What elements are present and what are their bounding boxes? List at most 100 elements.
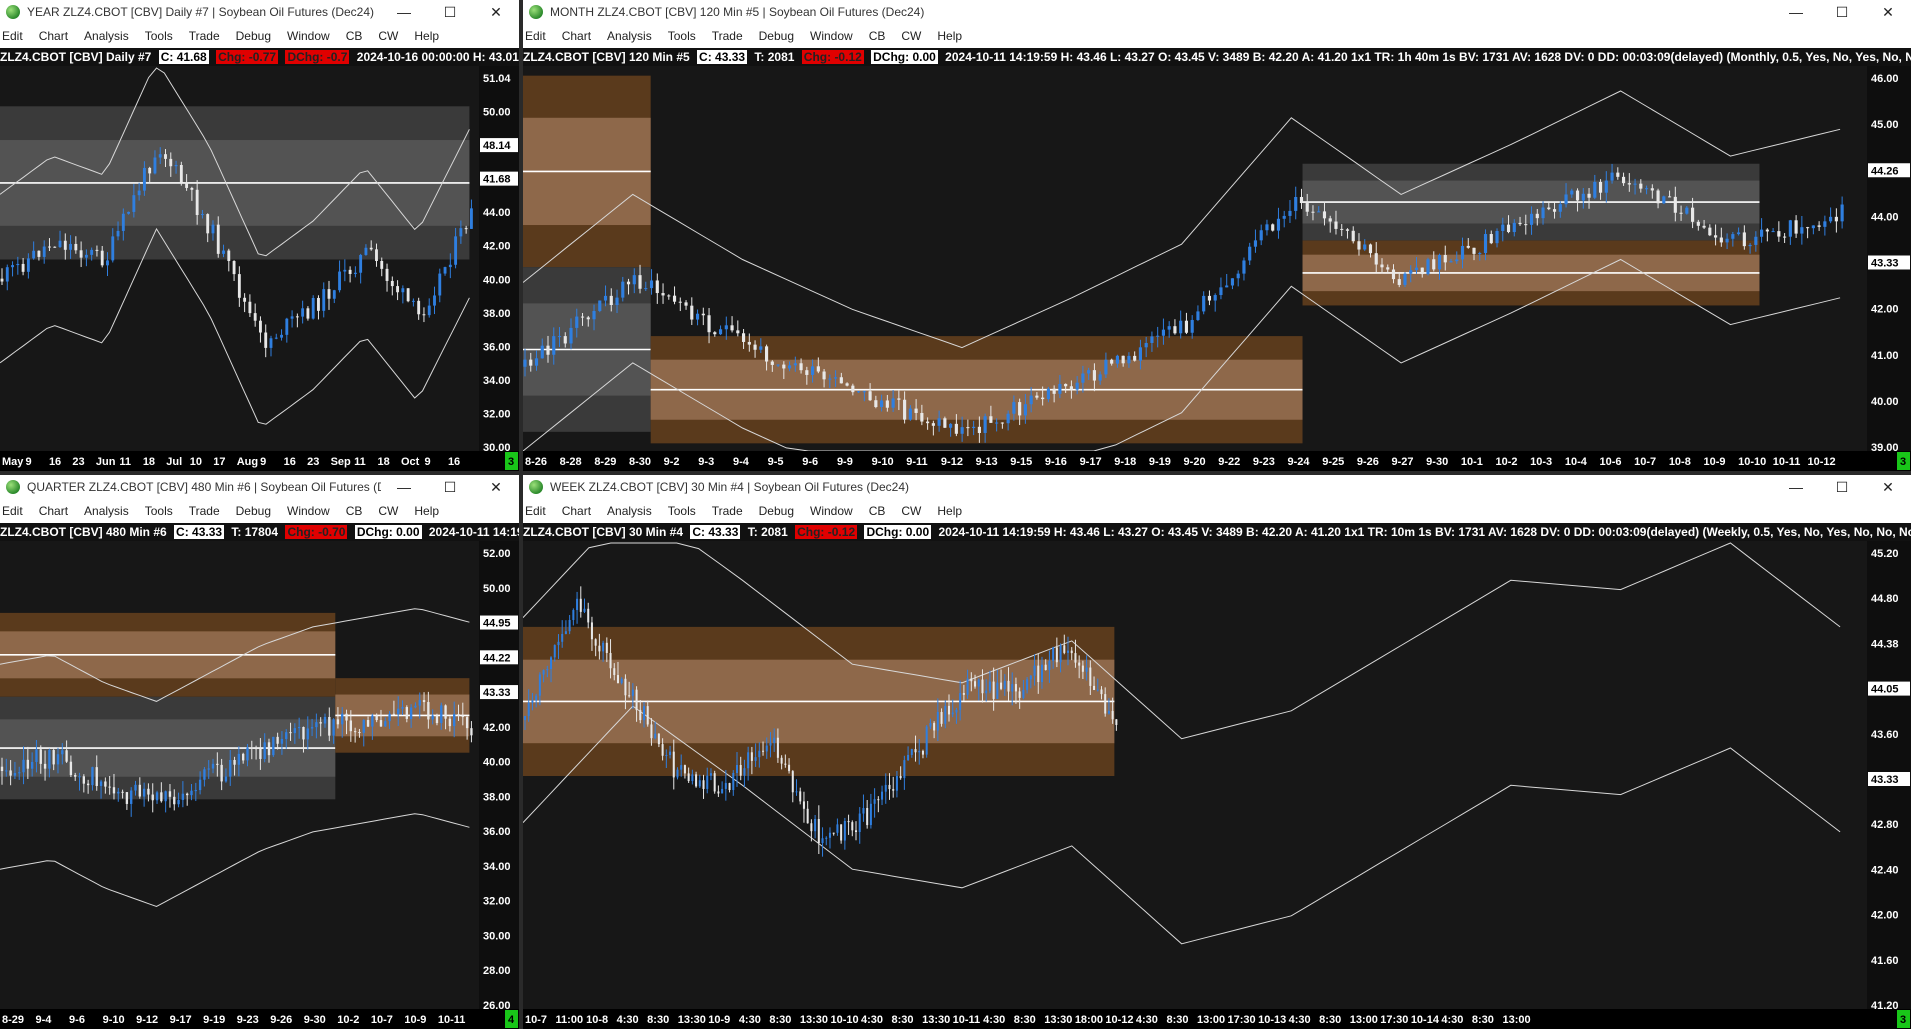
menu-debug[interactable]: Debug [759,504,794,518]
menu-trade[interactable]: Trade [712,29,743,43]
time-tick-label: 10-10 [830,1014,858,1026]
close-icon[interactable]: ✕ [473,479,519,496]
candle [1328,218,1332,222]
menu-analysis[interactable]: Analysis [607,504,652,518]
time-tick-label: 18 [143,456,155,468]
menubar: Edit Chart Analysis Tools Trade Debug Wi… [523,24,1911,48]
menu-tools[interactable]: Tools [668,504,696,518]
menu-window[interactable]: Window [810,29,853,43]
candle [319,722,322,724]
candle [1029,675,1032,680]
menu-debug[interactable]: Debug [236,504,271,518]
menu-window[interactable]: Window [287,29,330,43]
candle [616,675,619,684]
menu-analysis[interactable]: Analysis [84,29,129,43]
quarter-titlebar[interactable]: QUARTER ZLZ4.CBOT [CBV] 480 Min #6 | Soy… [0,475,519,499]
minimize-icon[interactable]: — [1773,4,1819,21]
candle [353,272,357,274]
candle [39,749,42,764]
menu-window[interactable]: Window [810,504,853,518]
candle [401,707,404,709]
menu-trade[interactable]: Trade [189,504,220,518]
menu-cb[interactable]: CB [346,29,363,43]
menu-help[interactable]: Help [937,504,962,518]
time-tick-label: 9-22 [1218,456,1240,468]
candle [784,763,787,765]
menu-edit[interactable]: Edit [2,29,23,43]
time-tick-label: 8:30 [1319,1014,1341,1026]
time-tick-label: 11 [354,456,366,468]
time-tick-label: 10-3 [1530,456,1552,468]
menu-help[interactable]: Help [414,504,439,518]
candle [440,705,443,724]
time-tick-label: 9-10 [103,1014,125,1026]
minimize-icon[interactable]: — [381,479,427,496]
menu-tools[interactable]: Tools [145,504,173,518]
candle [173,796,176,805]
menu-chart[interactable]: Chart [562,504,591,518]
menu-cb[interactable]: CB [869,504,886,518]
candle [459,228,463,237]
time-tick-label: 9-3 [698,456,714,468]
candle [1691,207,1695,222]
candle [609,652,612,669]
month-titlebar[interactable]: MONTH ZLZ4.CBOT [CBV] 120 Min #5 | Soybe… [523,0,1911,24]
menu-chart[interactable]: Chart [39,29,68,43]
menu-trade[interactable]: Trade [189,29,220,43]
menu-edit[interactable]: Edit [2,504,23,518]
maximize-icon[interactable]: ☐ [427,4,473,21]
menu-cb[interactable]: CB [346,504,363,518]
candle [396,286,400,293]
daily-change-value: DChg: 0.00 [354,525,422,539]
menu-edit[interactable]: Edit [525,29,546,43]
maximize-icon[interactable]: ☐ [1819,479,1865,496]
candle [962,693,965,695]
candle [42,246,46,257]
menu-chart[interactable]: Chart [562,29,591,43]
candle [885,400,889,408]
tick-count: T: 2081 [754,50,795,64]
candle [1173,326,1177,334]
menu-debug[interactable]: Debug [236,29,271,43]
menu-analysis[interactable]: Analysis [84,504,129,518]
menu-analysis[interactable]: Analysis [607,29,652,43]
menu-tools[interactable]: Tools [145,29,173,43]
candle [769,742,772,746]
year-titlebar[interactable]: YEAR ZLZ4.CBOT [CBV] Daily #7 | Soybean … [0,0,519,24]
candle [1033,665,1036,676]
maximize-icon[interactable]: ☐ [1819,4,1865,21]
menu-cw[interactable]: CW [378,504,398,518]
menu-edit[interactable]: Edit [525,504,546,518]
menu-chart[interactable]: Chart [39,504,68,518]
menu-cb[interactable]: CB [869,29,886,43]
candle [375,249,378,261]
candle [1581,193,1585,201]
price-chart[interactable]: ZLZ4.CBOT [CBV] 480 Min #6 C: 43.33 T: 1… [0,523,519,1029]
minimize-icon[interactable]: — [381,4,427,21]
menu-window[interactable]: Window [287,504,330,518]
close-icon[interactable]: ✕ [1865,479,1911,496]
minimize-icon[interactable]: — [1773,479,1819,496]
symbol-label: ZLZ4.CBOT [CBV] 120 Min #5 [523,50,690,64]
price-chart[interactable]: ZLZ4.CBOT [CBV] 120 Min #5 C: 43.33 T: 2… [523,48,1911,471]
candle [995,422,999,424]
menu-help[interactable]: Help [937,29,962,43]
candle [626,281,631,285]
menu-help[interactable]: Help [414,29,439,43]
candle [1357,241,1361,250]
candle [1673,196,1677,213]
price-chart[interactable]: ZLZ4.CBOT [CBV] Daily #7 C: 41.68 Chg: -… [0,48,519,471]
menu-debug[interactable]: Debug [759,29,794,43]
menu-trade[interactable]: Trade [712,504,743,518]
corner-badge-label: 4 [508,1014,515,1026]
candle [590,622,593,640]
maximize-icon[interactable]: ☐ [427,479,473,496]
menu-cw[interactable]: CW [901,29,921,43]
week-titlebar[interactable]: WEEK ZLZ4.CBOT [CBV] 30 Min #4 | Soybean… [523,475,1911,499]
menu-tools[interactable]: Tools [668,29,696,43]
price-chart[interactable]: ZLZ4.CBOT [CBV] 30 Min #4 C: 43.33 T: 20… [523,523,1911,1029]
menu-cw[interactable]: CW [378,29,398,43]
close-icon[interactable]: ✕ [1865,4,1911,21]
menu-cw[interactable]: CW [901,504,921,518]
close-icon[interactable]: ✕ [473,4,519,21]
